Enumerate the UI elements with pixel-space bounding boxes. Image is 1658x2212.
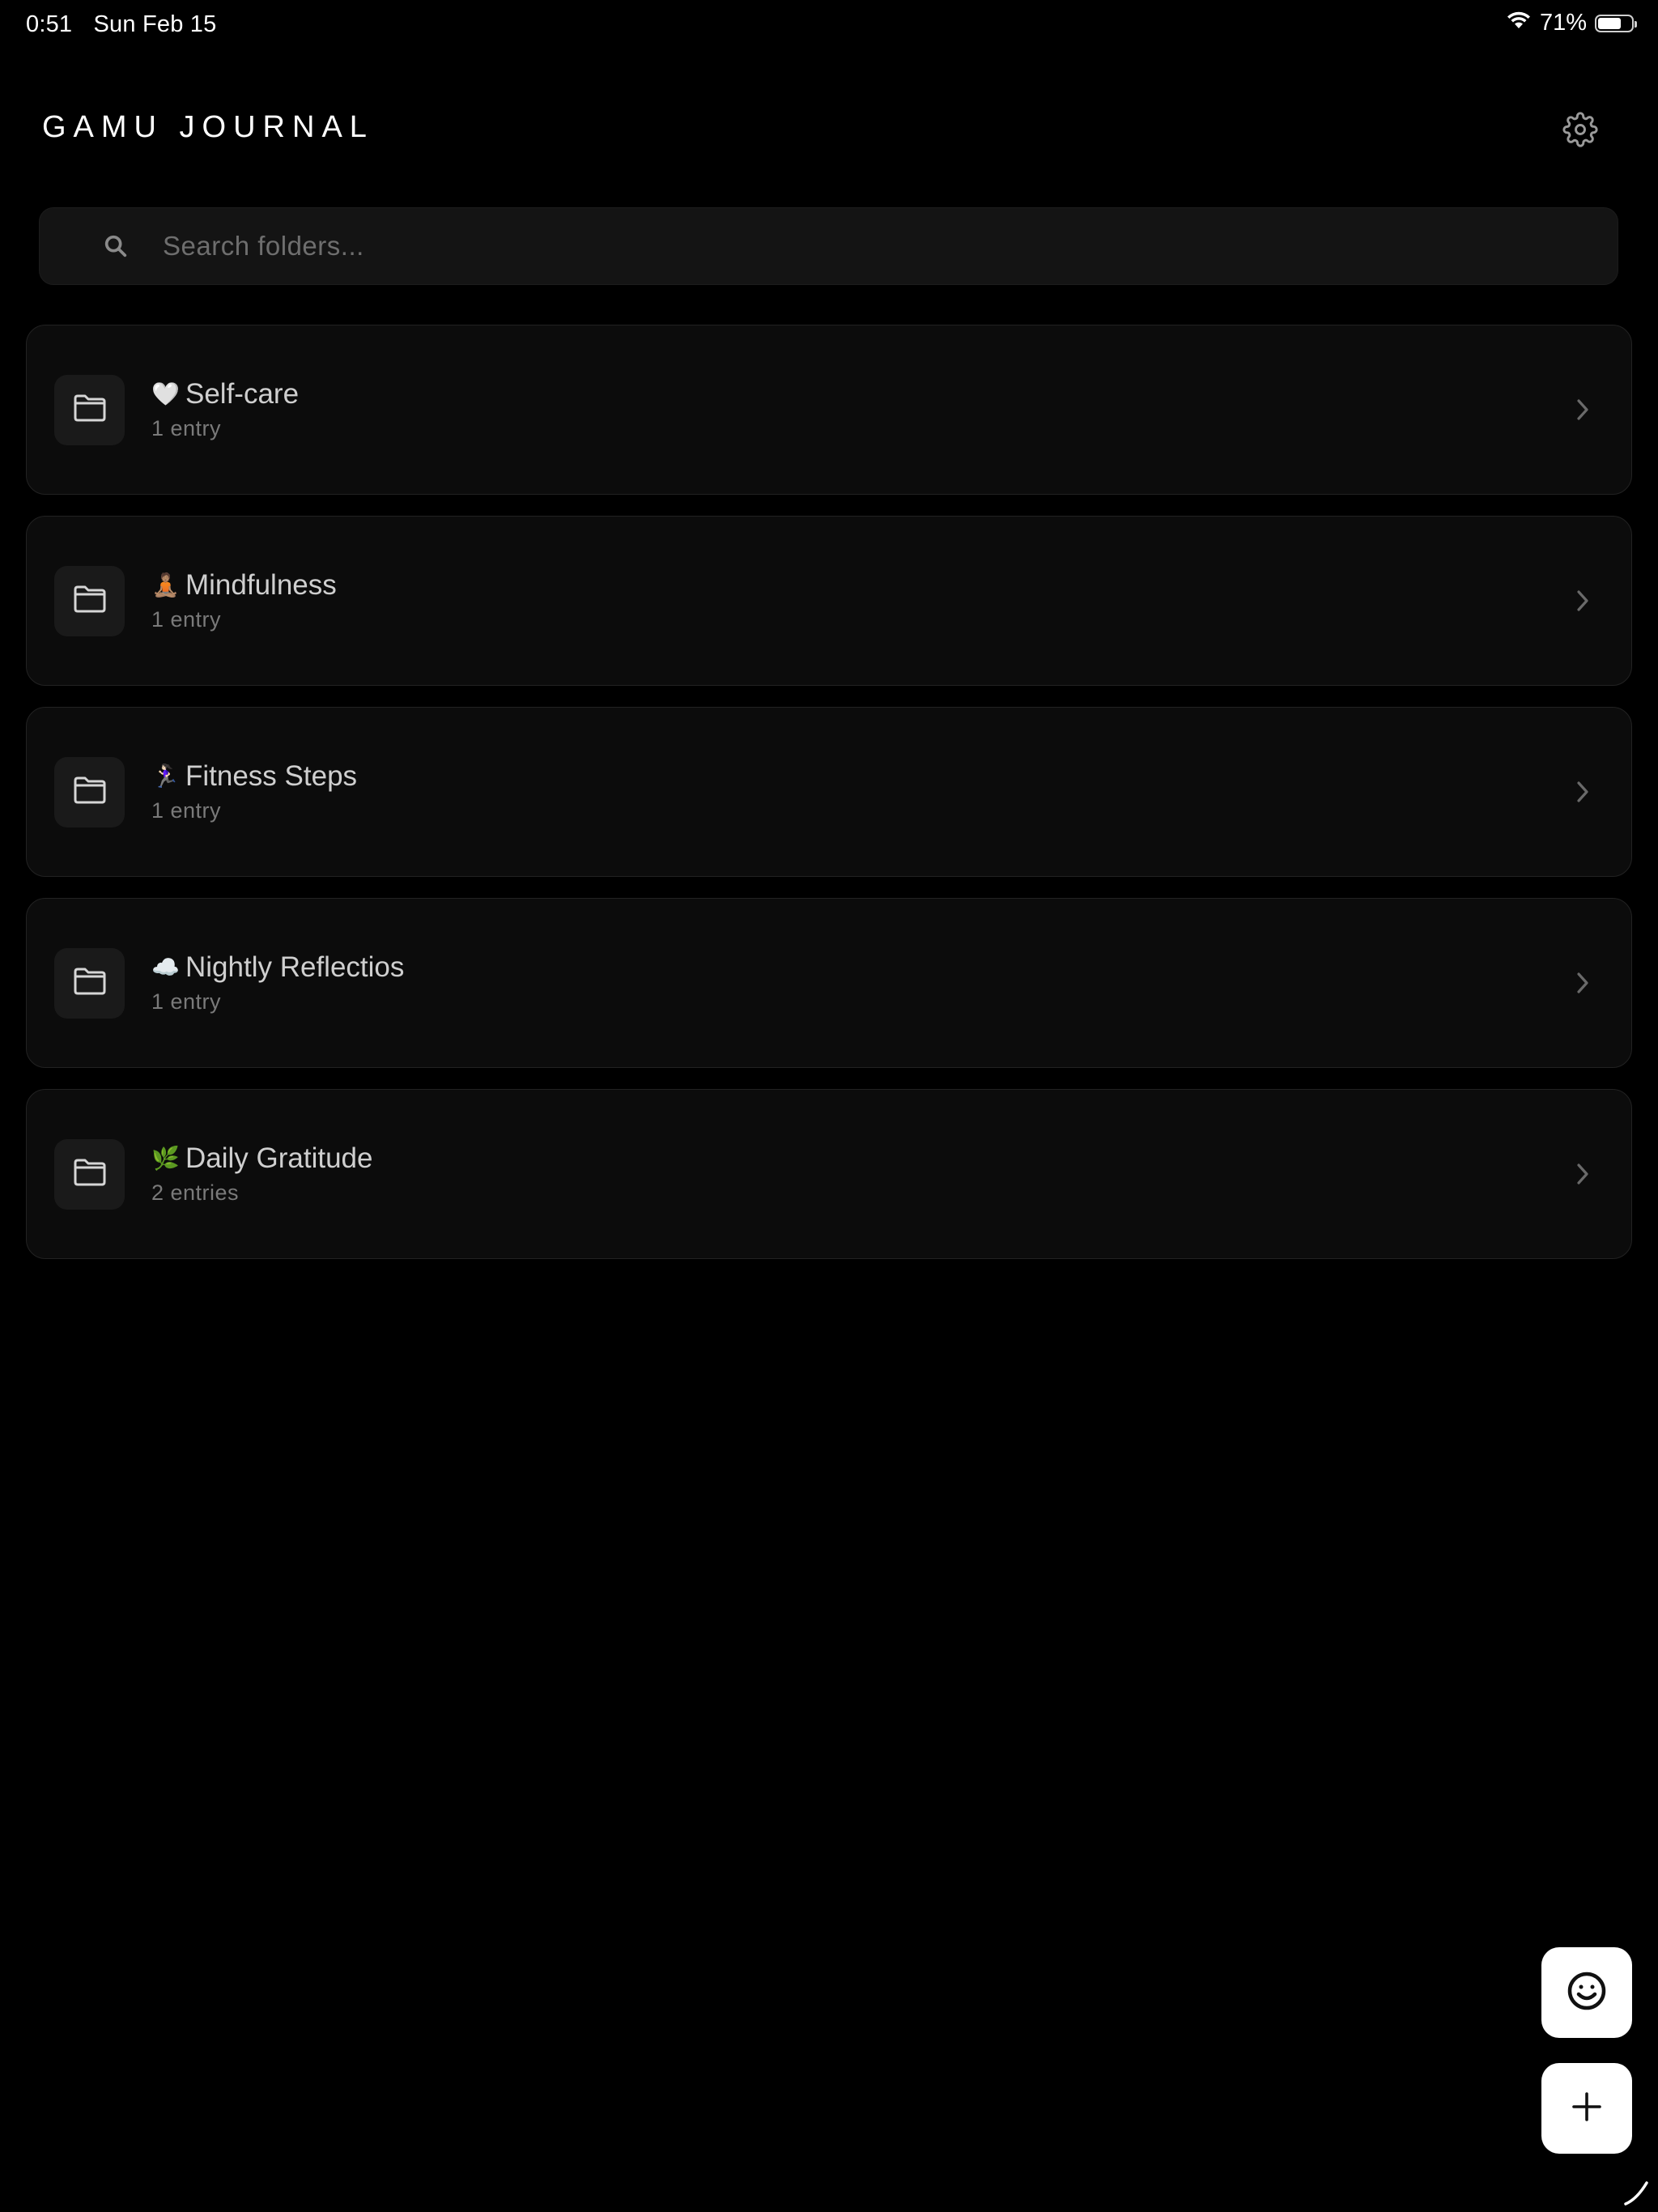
- folder-icon: [73, 393, 107, 427]
- status-left: 0:51 Sun Feb 15: [26, 11, 231, 38]
- folder-emoji: 🏃🏻‍♀️: [151, 764, 180, 789]
- folder-entry-count: 2 entries: [151, 1180, 240, 1205]
- gear-icon: [1562, 111, 1598, 151]
- folder-card-daily-gratitude[interactable]: 🌿 Daily Gratitude 2 entries: [26, 1089, 1632, 1259]
- folder-icon-box: [54, 1139, 125, 1210]
- chevron-right-icon: [1568, 586, 1597, 615]
- plus-icon: [1571, 2091, 1603, 2127]
- battery-percent: 71%: [1539, 10, 1587, 36]
- status-right: 71%: [1506, 10, 1637, 36]
- chevron-right-icon: [1568, 777, 1597, 806]
- folder-text: ☁️ Nightly Reflectios 1 entry: [151, 951, 404, 1015]
- folder-name: ☁️ Nightly Reflectios: [151, 951, 404, 985]
- wifi-icon: [1506, 10, 1532, 36]
- folder-entry-count: 1 entry: [151, 607, 222, 632]
- folder-title: Daily Gratitude: [185, 1142, 373, 1174]
- folder-icon-box: [54, 566, 125, 636]
- add-folder-button[interactable]: [1541, 2063, 1632, 2154]
- folder-title: Mindfulness: [185, 569, 337, 601]
- mood-button[interactable]: [1541, 1947, 1632, 2038]
- status-time: 0:51: [26, 11, 73, 37]
- folder-icon: [73, 1158, 107, 1191]
- folder-emoji: ☁️: [151, 955, 180, 980]
- folder-entry-count: 1 entry: [151, 798, 222, 823]
- folder-entry-count: 1 entry: [151, 989, 222, 1014]
- folder-emoji: 🧘🏽: [151, 572, 180, 598]
- folder-emoji: 🤍: [151, 381, 180, 406]
- search-icon: [100, 230, 132, 262]
- battery-fill: [1598, 17, 1621, 29]
- folder-icon: [73, 967, 107, 1000]
- folder-list: 🤍 Self-care 1 entry 🧘🏽 Mindfulness 1 entry: [26, 325, 1632, 1280]
- folder-title: Self-care: [185, 378, 300, 410]
- search-input[interactable]: [163, 222, 1618, 270]
- status-bar: 0:51 Sun Feb 15 71%: [0, 0, 1658, 52]
- status-date: Sun Feb 15: [93, 11, 217, 37]
- folder-title: Nightly Reflectios: [185, 951, 405, 983]
- folder-icon: [73, 776, 107, 809]
- smiley-icon: [1566, 1970, 1608, 2016]
- battery-icon: [1595, 14, 1637, 32]
- folder-icon-box: [54, 948, 125, 1019]
- folder-name: 🏃🏻‍♀️ Fitness Steps: [151, 759, 357, 793]
- folder-name: 🤍 Self-care: [151, 377, 299, 411]
- folder-text: 🤍 Self-care 1 entry: [151, 377, 299, 441]
- folder-icon-box: [54, 375, 125, 445]
- chevron-right-icon: [1568, 968, 1597, 998]
- settings-button[interactable]: [1556, 107, 1605, 155]
- folder-text: 🏃🏻‍♀️ Fitness Steps 1 entry: [151, 759, 357, 823]
- folder-name: 🌿 Daily Gratitude: [151, 1142, 372, 1176]
- folder-name: 🧘🏽 Mindfulness: [151, 568, 337, 602]
- folder-icon-box: [54, 757, 125, 827]
- search-bar[interactable]: [39, 207, 1618, 285]
- folder-text: 🌿 Daily Gratitude 2 entries: [151, 1142, 372, 1206]
- folder-card-mindfulness[interactable]: 🧘🏽 Mindfulness 1 entry: [26, 516, 1632, 686]
- chevron-right-icon: [1568, 395, 1597, 424]
- folder-title: Fitness Steps: [185, 760, 358, 792]
- scribble-indicator-icon: [1622, 2178, 1652, 2207]
- folder-card-nightly-reflections[interactable]: ☁️ Nightly Reflectios 1 entry: [26, 898, 1632, 1068]
- folder-text: 🧘🏽 Mindfulness 1 entry: [151, 568, 337, 632]
- chevron-right-icon: [1568, 1159, 1597, 1189]
- folder-card-fitness-steps[interactable]: 🏃🏻‍♀️ Fitness Steps 1 entry: [26, 707, 1632, 877]
- folder-emoji: 🌿: [151, 1146, 180, 1171]
- app-title: GAMU JOURNAL: [42, 110, 374, 144]
- folder-entry-count: 1 entry: [151, 416, 222, 440]
- folder-card-self-care[interactable]: 🤍 Self-care 1 entry: [26, 325, 1632, 495]
- folder-icon: [73, 585, 107, 618]
